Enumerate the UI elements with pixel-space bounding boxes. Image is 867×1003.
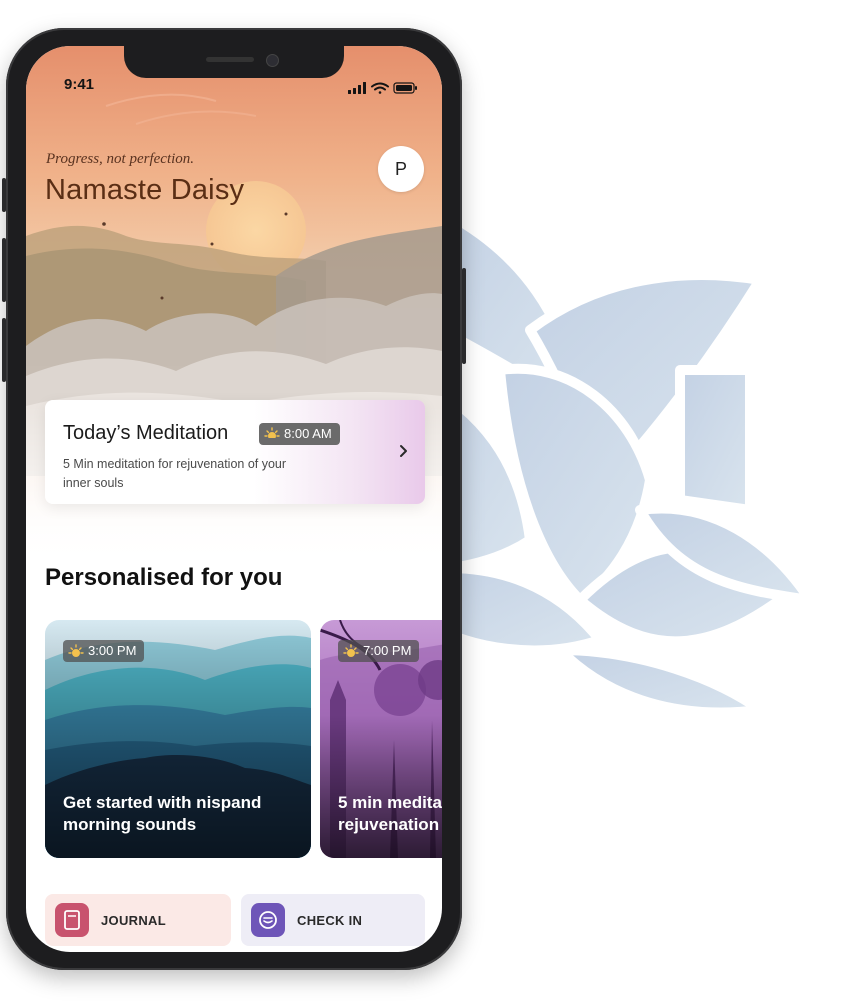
phone-frame: 9:41 Progress, not perfection. Namaste D… — [2, 28, 466, 970]
todays-meditation-title: Today’s Meditation — [63, 422, 229, 444]
status-icons — [348, 82, 417, 94]
volume-down-button — [2, 318, 6, 382]
session-title: Get started with nispand morning sounds — [63, 792, 303, 836]
notch — [124, 46, 344, 78]
battery-icon — [393, 82, 417, 94]
mute-switch — [2, 178, 6, 212]
session-title-line: rejuvenation — [338, 815, 440, 834]
session-time-badge: 7:00 PM — [338, 640, 420, 662]
session-time-label: 7:00 PM — [363, 643, 412, 658]
speaker — [206, 57, 254, 62]
greeting-title: Namaste Daisy — [45, 174, 245, 206]
chevron-right-icon[interactable] — [397, 442, 411, 460]
session-time-badge: 3:00 PM — [63, 640, 145, 662]
session-time-label: 3:00 PM — [88, 643, 137, 658]
check-in-label: CHECK IN — [297, 912, 363, 928]
sunset-icon — [343, 644, 359, 657]
check-in-button[interactable]: CHECK IN — [241, 894, 425, 946]
sunrise-icon — [68, 644, 84, 657]
profile-avatar-button[interactable]: P — [378, 146, 424, 192]
session-title-line: Get started with nispand — [63, 793, 262, 812]
meditation-time-badge: 8:00 AM — [259, 423, 340, 445]
session-title: 5 min medita rejuvenation — [338, 792, 442, 836]
status-bar-time: 9:41 — [64, 76, 95, 93]
journal-icon — [55, 903, 89, 937]
wifi-icon — [371, 82, 389, 94]
session-card[interactable]: 7:00 PM 5 min medita rejuvenation — [320, 620, 442, 858]
front-camera — [266, 54, 279, 67]
journal-label: JOURNAL — [101, 912, 166, 928]
meditation-time-label: 8:00 AM — [284, 426, 332, 441]
app-screen: 9:41 Progress, not perfection. Namaste D… — [26, 46, 442, 952]
sunrise-icon — [264, 427, 280, 441]
todays-meditation-card[interactable]: Today’s Meditation 8:00 AM 5 Min meditat… — [45, 400, 425, 504]
todays-meditation-description: 5 Min meditation for rejuvenation of you… — [63, 457, 287, 490]
signal-icon — [348, 82, 366, 94]
journal-button[interactable]: JOURNAL — [45, 894, 231, 946]
power-button — [462, 268, 466, 364]
session-card[interactable]: 3:00 PM Get started with nispand morning… — [45, 620, 311, 858]
check-in-icon — [251, 903, 285, 937]
motivational-quote: Progress, not perfection. — [46, 151, 195, 167]
session-title-line: 5 min medita — [338, 793, 442, 812]
session-title-line: morning sounds — [63, 815, 197, 834]
section-title-personalised: Personalised for you — [45, 564, 283, 591]
volume-up-button — [2, 238, 6, 302]
